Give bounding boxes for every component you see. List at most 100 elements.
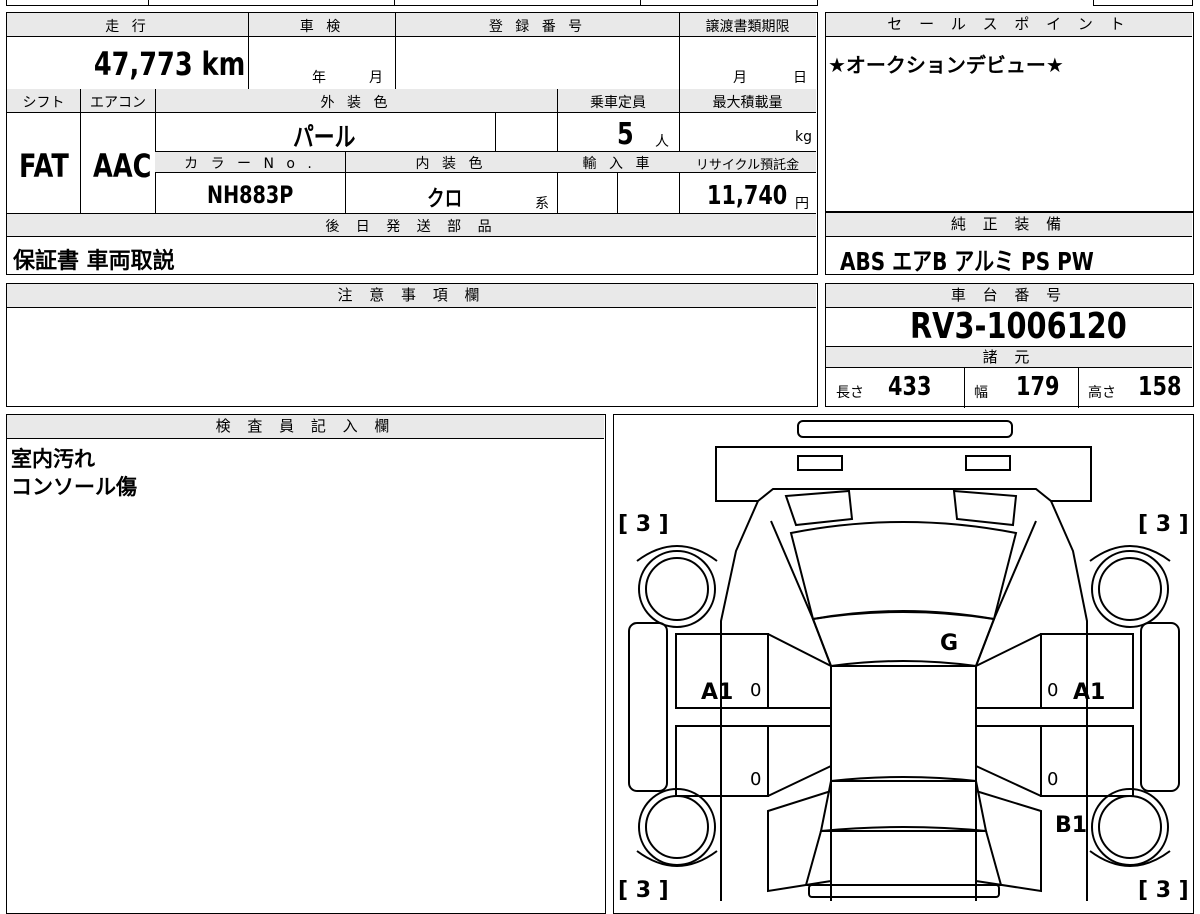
length-label: 長さ [836, 385, 864, 401]
tire-label-tr: [ 3 ] [1138, 512, 1189, 537]
transfer-deadline-label: 譲渡書類期限 [705, 19, 790, 35]
door-zero-fr: 0 [1047, 680, 1058, 701]
car-diagram-box: [ 3 ] [ 3 ] [ 3 ] [ 3 ] G A1 A1 B1 0 0 0… [613, 414, 1194, 914]
damage-mark-b1: B1 [1055, 813, 1087, 838]
inspector-line-1: 室内汚れ [11, 447, 95, 471]
sales-point-value: ★オークションデビュー★ [828, 53, 1064, 77]
exterior-color-label: 外 装 色 [320, 95, 392, 111]
rear-quarter-right [975, 789, 1042, 893]
sales-point-box: セ ー ル ス ポ イ ン ト ★オークションデビュー★ [825, 12, 1194, 212]
wheel-rear-left-inner [645, 795, 709, 859]
wheel-rear-right-inner [1098, 795, 1162, 859]
transfer-day-unit: 日 [793, 70, 807, 86]
top-cut-row-right [1093, 0, 1193, 6]
hood-outline [715, 446, 1092, 502]
damage-mark-g: G [940, 631, 958, 656]
trunk [804, 830, 1003, 886]
chassis-value: RV3-1006120 [910, 306, 1181, 347]
rear-bumper [808, 884, 1000, 898]
divider [345, 151, 346, 213]
roof [811, 611, 996, 668]
chassis-value-text: RV3-1006120 [910, 306, 1127, 347]
front-bumper-top [797, 420, 1013, 438]
divider [617, 173, 618, 213]
width-label: 幅 [974, 385, 988, 401]
roof-center [830, 665, 977, 782]
divider [394, 0, 395, 6]
wheel-front-left [638, 550, 716, 628]
interior-color-label: 内 装 色 [415, 156, 487, 172]
color-no-value: NH883P [207, 181, 315, 209]
divider [964, 368, 965, 408]
mirror-left [784, 489, 854, 527]
interior-color-value: クロ [427, 181, 471, 213]
width-value-text: 179 [1016, 372, 1060, 402]
registration-label: 登 録 番 号 [488, 19, 587, 35]
shift-value: FAT [19, 147, 81, 185]
damage-mark-a1-left: A1 [701, 680, 733, 705]
later-parts-value: 保証書 車両取説 [13, 249, 175, 274]
specs-label: 諸 元 [826, 346, 1192, 368]
capacity-unit: 人 [655, 134, 669, 150]
wheel-rear-right [1091, 788, 1169, 866]
side-sill-left [628, 622, 668, 792]
height-label: 高さ [1088, 385, 1116, 401]
shift-label: シフト [22, 95, 65, 111]
transfer-month-unit: 月 [733, 70, 747, 86]
inspector-label: 検 査 員 記 入 欄 [7, 415, 604, 439]
interior-color-suffix: 系 [535, 196, 549, 212]
inspector-box: 検 査 員 記 入 欄 室内汚れ コンソール傷 [6, 414, 606, 914]
genuine-equipment-value: ABS エアB アルミ PS PW [840, 242, 1157, 278]
exterior-color-value-text: パール [293, 123, 356, 153]
rear-quarter-left [767, 789, 832, 893]
mileage-label: 走 行 [105, 19, 150, 35]
notes-box: 注 意 事 項 欄 [6, 283, 818, 407]
shift-value-text: FAT [19, 147, 69, 185]
divider [495, 113, 496, 151]
a-pillar-left [770, 520, 832, 901]
exterior-color-value: パール [293, 117, 371, 154]
headlight-left [797, 455, 843, 471]
a-pillar-right [975, 520, 1037, 901]
tire-label-br: [ 3 ] [1138, 878, 1189, 903]
aircon-label: エアコン [90, 95, 146, 111]
door-zero-rl: 0 [750, 769, 761, 790]
mileage-value: 47,773 km [7, 45, 245, 83]
door-zero-rr: 0 [1047, 769, 1058, 790]
later-parts-label: 後 日 発 送 部 品 [325, 219, 498, 235]
import-label: 輸 入 車 [582, 156, 654, 172]
tire-label-bl: [ 3 ] [618, 878, 669, 903]
chassis-label: 車 台 番 号 [826, 284, 1192, 308]
chassis-box: 車 台 番 号 RV3-1006120 諸 元 長さ 433 幅 179 高さ … [825, 283, 1194, 408]
aircon-value-text: AAC [93, 147, 152, 185]
wheel-front-left-inner [645, 557, 709, 621]
notes-label: 注 意 事 項 欄 [7, 284, 816, 308]
capacity-value: 5 [617, 117, 638, 152]
genuine-equipment-box: 純 正 装 備 ABS エアB アルミ PS PW [825, 212, 1194, 278]
sales-point-label: セ ー ル ス ポ イ ン ト [826, 13, 1192, 37]
divider [640, 0, 641, 6]
recycle-unit: 円 [795, 196, 809, 212]
interior-color-value-text: クロ [427, 187, 463, 212]
damage-mark-a1-right: A1 [1073, 680, 1105, 705]
side-sill-right [1140, 622, 1180, 792]
color-no-value-text: NH883P [207, 181, 294, 209]
divider [395, 13, 396, 89]
vehicle-info-table: 走 行 車 検 登 録 番 号 譲渡書類期限 47,773 km 年 月 月 日… [6, 12, 818, 275]
inspection-month-unit: 月 [369, 70, 383, 86]
divider [1078, 368, 1079, 408]
top-cut-row [6, 0, 818, 6]
max-load-unit: kg [795, 129, 812, 145]
tire-label-tl: [ 3 ] [618, 512, 669, 537]
capacity-label: 乗車定員 [590, 95, 646, 111]
windshield [789, 521, 1018, 621]
capacity-value-text: 5 [617, 117, 634, 152]
wheel-rear-left [638, 788, 716, 866]
height-value: 158 [1138, 372, 1192, 402]
car-diagram: [ 3 ] [ 3 ] [ 3 ] [ 3 ] G A1 A1 B1 0 0 0… [618, 420, 1189, 903]
divider [148, 0, 149, 6]
length-value-text: 433 [888, 372, 932, 402]
width-value: 179 [1016, 372, 1070, 402]
divider [248, 13, 249, 89]
rear-window [819, 776, 988, 833]
